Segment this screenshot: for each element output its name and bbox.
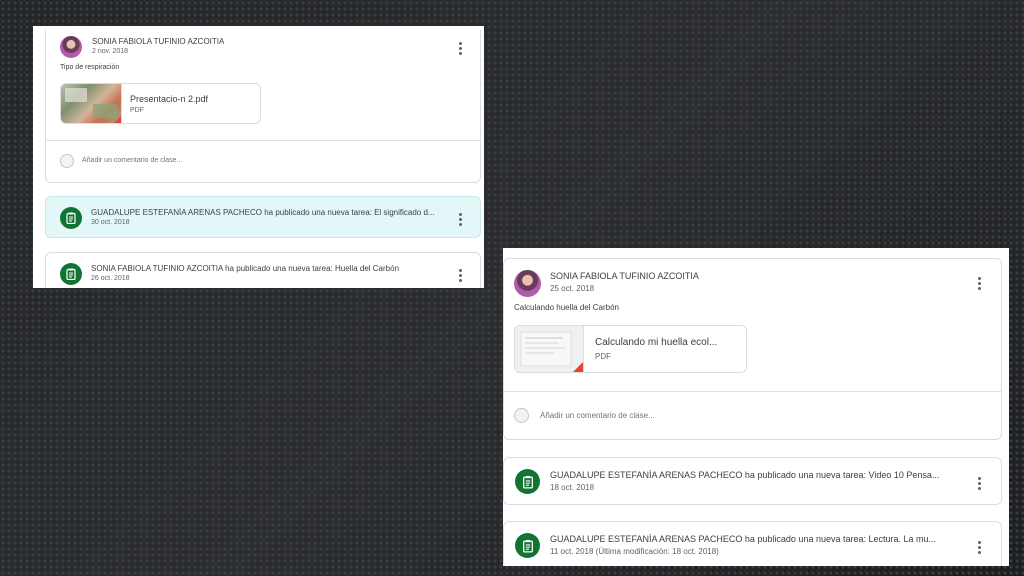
- author-name: SONIA FABIOLA TUFINIO AZCOITIA: [550, 271, 699, 281]
- attachment-title: Calculando mi huella ecol...: [595, 337, 718, 348]
- attachment-type: PDF: [130, 107, 144, 114]
- post-text: Tipo de respiración: [60, 64, 120, 71]
- task-date: 11 oct. 2018 (Última modificación: 18 oc…: [550, 547, 719, 556]
- task-date: 18 oct. 2018: [550, 483, 595, 492]
- divider: [504, 391, 1001, 392]
- more-vert-icon[interactable]: [976, 477, 982, 492]
- task-title: GUADALUPE ESTEFANÍA ARENAS PACHECO ha pu…: [91, 208, 435, 217]
- attachment-thumbnail: [61, 84, 122, 123]
- attachment-card[interactable]: Presentacio-n 2.pdf PDF: [60, 83, 261, 124]
- post-text: Calculando huella del Carbón: [514, 303, 619, 312]
- post-date: 2 nov. 2018: [92, 48, 129, 55]
- announcement-card: SONIA FABIOLA TUFINIO AZCOITIA 2 nov. 20…: [45, 30, 481, 183]
- classroom-stream-screenshot-left: SONIA FABIOLA TUFINIO AZCOITIA 2 nov. 20…: [33, 26, 484, 288]
- commenter-avatar: [514, 408, 529, 423]
- classroom-stream-screenshot-right: SONIA FABIOLA TUFINIO AZCOITIA 25 oct. 2…: [503, 248, 1009, 566]
- post-date: 25 oct. 2018: [550, 284, 595, 293]
- more-vert-icon[interactable]: [976, 541, 982, 556]
- comment-input[interactable]: Añadir un comentario de clase...: [82, 157, 182, 164]
- task-date: 26 oct. 2018: [91, 275, 130, 282]
- more-vert-icon[interactable]: [976, 277, 982, 292]
- author-avatar[interactable]: [514, 270, 541, 297]
- more-vert-icon[interactable]: [457, 213, 463, 228]
- assignment-icon: [60, 207, 82, 229]
- assignment-icon: [515, 469, 540, 494]
- task-title: SONIA FABIOLA TUFINIO AZCOITIA ha public…: [91, 264, 400, 273]
- author-avatar[interactable]: [60, 36, 82, 58]
- author-name: SONIA FABIOLA TUFINIO AZCOITIA: [92, 37, 225, 46]
- task-card[interactable]: GUADALUPE ESTEFANÍA ARENAS PACHECO ha pu…: [45, 196, 481, 238]
- task-card[interactable]: SONIA FABIOLA TUFINIO AZCOITIA ha public…: [45, 252, 481, 288]
- comment-input[interactable]: Añadir un comentario de clase...: [540, 411, 655, 420]
- more-vert-icon[interactable]: [457, 269, 463, 284]
- commenter-avatar: [60, 154, 74, 168]
- attachment-thumbnail: [515, 326, 584, 372]
- assignment-icon: [515, 533, 540, 558]
- attachment-title: Presentacio-n 2.pdf: [130, 94, 209, 104]
- attachment-card[interactable]: Calculando mi huella ecol... PDF: [514, 325, 747, 373]
- attachment-type: PDF: [595, 352, 611, 361]
- assignment-icon: [60, 263, 82, 285]
- task-card[interactable]: GUADALUPE ESTEFANÍA ARENAS PACHECO ha pu…: [503, 457, 1002, 505]
- divider: [46, 140, 480, 141]
- task-title: GUADALUPE ESTEFANÍA ARENAS PACHECO ha pu…: [550, 470, 940, 480]
- task-date: 30 oct. 2018: [91, 219, 130, 226]
- announcement-card: SONIA FABIOLA TUFINIO AZCOITIA 25 oct. 2…: [503, 258, 1002, 440]
- task-card[interactable]: GUADALUPE ESTEFANÍA ARENAS PACHECO ha pu…: [503, 521, 1002, 566]
- more-vert-icon[interactable]: [457, 42, 463, 57]
- task-title: GUADALUPE ESTEFANÍA ARENAS PACHECO ha pu…: [550, 534, 937, 544]
